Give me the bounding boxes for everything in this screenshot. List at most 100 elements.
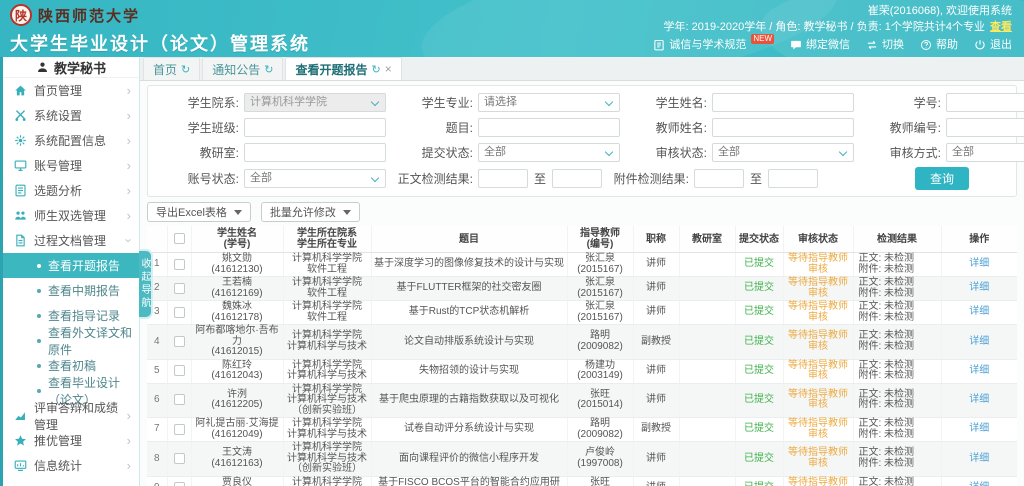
close-icon[interactable]: × <box>385 62 392 76</box>
table-row: 2王若楠(41612169)计算机科学学院软件工程基于FLUTTER框架的社交密… <box>147 277 1017 301</box>
sidebar-item-label: 信息统计 <box>34 457 82 474</box>
sidebar-item-review-defense-grades[interactable]: 评审答辩和成绩管理› <box>3 403 139 428</box>
sidebar-subitem-view-translation[interactable]: 查看外文译文和原件 <box>3 328 139 353</box>
tab-notices[interactable]: 通知公告↻ <box>202 57 283 80</box>
row-checkbox[interactable] <box>174 336 185 347</box>
tab-home[interactable]: 首页↻ <box>143 57 200 80</box>
rank-cell: 讲师 <box>633 383 679 418</box>
title-input[interactable] <box>478 118 620 137</box>
filter-row: 学生班级:题目:教师姓名:教师编号: <box>152 117 1012 138</box>
nav-switch[interactable]: 切换 <box>866 37 904 53</box>
detail-link[interactable]: 详细 <box>969 258 989 269</box>
sidebar-item-info-statistics[interactable]: 信息统计› <box>3 453 139 478</box>
main-text-detection-from-input[interactable] <box>478 169 528 188</box>
department-cell: 计算机科学学院软件工程 <box>283 277 371 301</box>
detail-link[interactable]: 详细 <box>969 482 989 486</box>
home-icon <box>14 84 27 97</box>
row-checkbox[interactable] <box>174 453 185 464</box>
student-major-select[interactable]: 请选择 <box>478 93 620 112</box>
row-checkbox[interactable] <box>174 283 185 294</box>
nav-switch-label: 切换 <box>882 37 904 53</box>
nav-bind-wechat[interactable]: 绑定微信 <box>790 37 850 53</box>
account-status-select[interactable]: 全部 <box>244 169 386 188</box>
row-checkbox[interactable] <box>174 365 185 376</box>
export-excel-button[interactable]: 导出Excel表格 <box>147 202 251 222</box>
refresh-icon[interactable]: ↻ <box>264 63 273 76</box>
collapse-nav-tab[interactable]: 收起导航 <box>139 249 153 319</box>
department-cell: 计算机科学学院计算机科学与技术（创新实验班） <box>283 383 371 418</box>
row-index: 4 <box>147 325 167 360</box>
search-button[interactable]: 查询 <box>915 167 969 190</box>
teaching-office-input[interactable] <box>244 143 386 162</box>
detail-link[interactable]: 详细 <box>969 423 989 434</box>
monitor-icon <box>14 159 27 172</box>
detail-link[interactable]: 详细 <box>969 394 989 405</box>
welcome-text: 崔荣(2016068), 欢迎使用系统 <box>653 3 1012 19</box>
submit-status-select[interactable]: 全部 <box>478 143 620 162</box>
office-cell <box>679 476 735 486</box>
detail-link[interactable]: 详细 <box>969 365 989 376</box>
row-checkbox[interactable] <box>174 307 185 318</box>
sidebar-item-process-documents[interactable]: 过程文档管理› <box>3 228 139 253</box>
select-value: 全部 <box>245 170 385 187</box>
batch-allow-edit-button[interactable]: 批量允许修改 <box>261 202 360 222</box>
attachment-detection-from-input[interactable] <box>694 169 744 188</box>
department-cell: 计算机科学学院软件工程 <box>283 476 371 486</box>
attachment-detection-to-input[interactable] <box>768 169 818 188</box>
power-icon <box>974 39 986 51</box>
teacher-cell: 张旺(2015014) <box>567 476 633 486</box>
column-header: 提交状态 <box>735 226 783 253</box>
detection-cell: 正文: 未检测附件: 未检测 <box>853 277 941 301</box>
sidebar-item-system-config[interactable]: 系统配置信息› <box>3 128 139 153</box>
student-id-input[interactable] <box>946 93 1024 112</box>
row-checkbox[interactable] <box>174 482 185 486</box>
role-label: 教学秘书 <box>54 58 106 77</box>
teacher-cell: 张旺(2015014) <box>567 383 633 418</box>
sidebar-item-topic-analysis[interactable]: 选题分析› <box>3 178 139 203</box>
detail-link[interactable]: 详细 <box>969 282 989 293</box>
row-checkbox[interactable] <box>174 424 185 435</box>
refresh-icon[interactable]: ↻ <box>371 63 380 76</box>
student-name-cell: 阿礼提古丽·艾海提(41612049) <box>191 418 283 442</box>
office-cell <box>679 253 735 277</box>
sidebar-item-account-management[interactable]: 账号管理› <box>3 153 139 178</box>
row-checkbox[interactable] <box>174 394 185 405</box>
detail-link[interactable]: 详细 <box>969 306 989 317</box>
row-select-cell <box>167 383 191 418</box>
row-checkbox[interactable] <box>174 259 185 270</box>
row-select-cell <box>167 442 191 477</box>
review-method-select[interactable]: 全部 <box>946 143 1024 162</box>
tools-icon <box>14 109 27 122</box>
sidebar-item-home-management[interactable]: 首页管理› <box>3 78 139 103</box>
row-select-cell <box>167 359 191 383</box>
office-cell <box>679 301 735 325</box>
main-text-detection-to-input[interactable] <box>552 169 602 188</box>
teacher-id-input[interactable] <box>946 118 1024 137</box>
view-link[interactable]: 查看 <box>990 21 1012 33</box>
nav-integrity[interactable]: 诚信与学术规范NEW <box>653 37 774 53</box>
student-class-input[interactable] <box>244 118 386 137</box>
nav-help[interactable]: 帮助 <box>920 37 958 53</box>
nav-logout[interactable]: 退出 <box>974 37 1012 53</box>
review-status-cell: 等待指导教师审核 <box>783 418 853 442</box>
detail-link[interactable]: 详细 <box>969 336 989 347</box>
university-name: 陕西师范大学 <box>38 9 140 25</box>
refresh-icon[interactable]: ↻ <box>181 63 190 76</box>
button-label: 导出Excel表格 <box>156 204 227 220</box>
operation-cell: 详细 <box>941 253 1017 277</box>
sidebar-item-dual-selection[interactable]: 师生双选管理› <box>3 203 139 228</box>
tab-view-proposal-report[interactable]: 查看开题报告↻× <box>285 57 401 80</box>
sidebar-subitem-view-proposal-report[interactable]: 查看开题报告 <box>3 253 139 278</box>
review-status-select[interactable]: 全部 <box>712 143 854 162</box>
rank-cell: 讲师 <box>633 301 679 325</box>
detail-link[interactable]: 详细 <box>969 453 989 464</box>
student-name-input[interactable] <box>712 93 854 112</box>
filter-label: 账号状态: <box>152 170 244 187</box>
sidebar-subitem-label: 查看外文译文和原件 <box>48 324 139 358</box>
filter-field-teacher-id: 教师编号: <box>854 117 1024 138</box>
select-all-checkbox[interactable] <box>174 233 185 244</box>
sidebar-subitem-view-midterm-report[interactable]: 查看中期报告 <box>3 278 139 303</box>
sidebar-item-system-settings[interactable]: 系统设置› <box>3 103 139 128</box>
teacher-name-input[interactable] <box>712 118 854 137</box>
submit-status-cell: 已提交 <box>735 301 783 325</box>
